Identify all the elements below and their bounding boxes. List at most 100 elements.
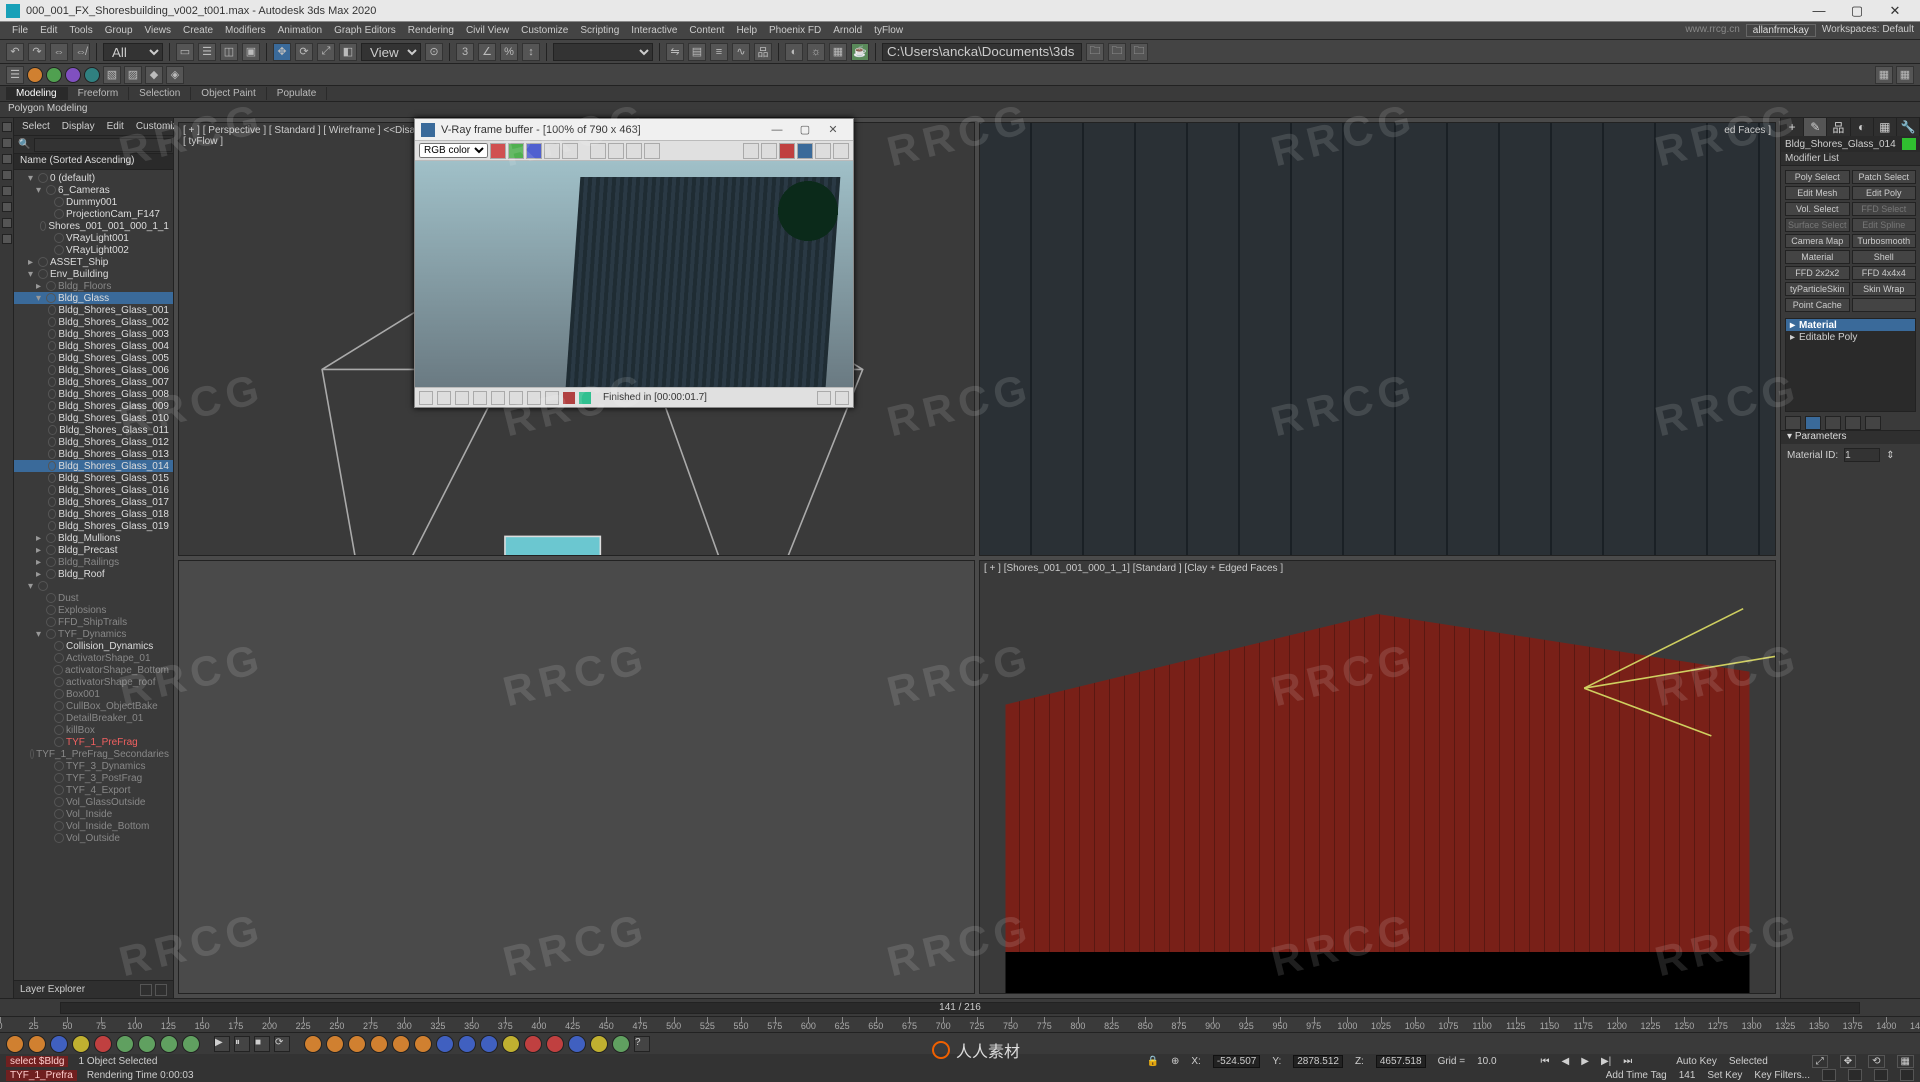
modifier-stack[interactable]: ▸Material ▸Editable Poly [1785, 318, 1916, 412]
mod-btn-vol.-select[interactable]: Vol. Select [1785, 202, 1850, 216]
viewport-bottom-left[interactable] [178, 560, 975, 994]
tree-row[interactable]: killBox [14, 724, 173, 736]
fx-d[interactable] [72, 1035, 90, 1053]
tab-hierarchy[interactable]: 品 [1827, 118, 1850, 136]
circ-a[interactable] [27, 67, 43, 83]
tab-display[interactable]: ▦ [1874, 118, 1897, 136]
tree-row[interactable]: ProjectionCam_F147 [14, 208, 173, 220]
nav-e[interactable] [1822, 1069, 1836, 1081]
tree-row[interactable]: ▾6_Cameras [14, 184, 173, 196]
play-play[interactable]: ▶ [1581, 1056, 1589, 1067]
fx2-a[interactable] [304, 1035, 322, 1053]
z-val[interactable]: 4657.518 [1376, 1055, 1426, 1068]
tree-row[interactable]: ▸Bldg_Roof [14, 568, 173, 580]
lv-e[interactable] [2, 186, 12, 196]
tree-row[interactable]: Bldg_Shores_Glass_005 [14, 352, 173, 364]
footer-btn-a[interactable] [140, 984, 152, 996]
link-button[interactable]: ⇔ [50, 43, 68, 61]
mod-btn-edit-poly[interactable]: Edit Poly [1852, 186, 1917, 200]
circ-b[interactable] [46, 67, 62, 83]
mod-btn-camera-map[interactable]: Camera Map [1785, 234, 1850, 248]
tree-row[interactable]: Bldg_Shores_Glass_011 [14, 424, 173, 436]
fx2-h[interactable] [458, 1035, 476, 1053]
tree-row[interactable]: ▾TYF_Dynamics [14, 628, 173, 640]
ribbon-tab-object paint[interactable]: Object Paint [191, 87, 266, 100]
fx2-n[interactable] [590, 1035, 608, 1053]
named-sel-set[interactable] [553, 43, 653, 61]
menu-arnold[interactable]: Arnold [827, 24, 868, 37]
vfb-s-a[interactable] [419, 391, 433, 405]
explorer-tree[interactable]: ▾0 (default)▾6_CamerasDummy001Projection… [14, 170, 173, 980]
vfb-titlebar[interactable]: V-Ray frame buffer - [100% of 790 x 463]… [415, 119, 853, 141]
select-rect[interactable]: ◫ [220, 43, 238, 61]
tree-row[interactable]: FFD_ShipTrails [14, 616, 173, 628]
tree-row[interactable]: CullBox_ObjectBake [14, 700, 173, 712]
y-val[interactable]: 2878.512 [1293, 1055, 1343, 1068]
x-val[interactable]: -524.507 [1213, 1055, 1260, 1068]
ribbon-tab-modeling[interactable]: Modeling [6, 87, 68, 100]
scale-button[interactable]: ⤢ [317, 43, 335, 61]
selection-filter[interactable]: All [103, 43, 163, 61]
vfb-stop[interactable] [779, 143, 795, 159]
vfb-s-y[interactable] [817, 391, 831, 405]
menu-file[interactable]: File [6, 24, 34, 37]
lv-a[interactable] [2, 122, 12, 132]
vfb-s-h[interactable] [545, 391, 559, 405]
nav-c[interactable]: ⟲ [1868, 1055, 1884, 1068]
t-h[interactable]: ◈ [166, 66, 184, 84]
tree-row[interactable]: Bldg_Shores_Glass_019 [14, 520, 173, 532]
vp-tl-label[interactable]: [ + ] [ Perspective ] [ Standard ] [ Wir… [183, 125, 446, 136]
tree-row[interactable]: Bldg_Shores_Glass_010 [14, 412, 173, 424]
menu-views[interactable]: Views [139, 24, 178, 37]
vfb-hist[interactable] [644, 143, 660, 159]
play-loop[interactable]: ⟳ [274, 1036, 290, 1052]
explorer-search[interactable] [34, 138, 172, 152]
viewport-bottom-right[interactable]: [ + ] [Shores_001_001_000_1_1] [Standard… [979, 560, 1776, 994]
vfb-settings[interactable] [833, 143, 849, 159]
lv-b[interactable] [2, 138, 12, 148]
fx2-o[interactable] [612, 1035, 630, 1053]
rollout-parameters[interactable]: ▾ Parameters [1781, 430, 1920, 444]
fx2-g[interactable] [436, 1035, 454, 1053]
viewport-top-right[interactable]: ed Faces ] [979, 122, 1776, 556]
fx-e[interactable] [94, 1035, 112, 1053]
nav-g[interactable] [1874, 1069, 1888, 1081]
play-goto-start[interactable]: ⏮ [1541, 1056, 1550, 1067]
tab-modify[interactable]: ✎ [1804, 118, 1827, 136]
menu-graph-editors[interactable]: Graph Editors [328, 24, 402, 37]
mod-btn-ffd-2x2x2[interactable]: FFD 2x2x2 [1785, 266, 1850, 280]
vfb-g[interactable] [508, 143, 524, 159]
move-button[interactable]: ✥ [273, 43, 291, 61]
vfb-save[interactable] [590, 143, 606, 159]
vfb-r[interactable] [490, 143, 506, 159]
vfb-cc[interactable] [815, 143, 831, 159]
vfb-s-b[interactable] [437, 391, 451, 405]
recent[interactable]: 🗀 [1130, 43, 1148, 61]
vfb-s-e[interactable] [491, 391, 505, 405]
mod-btn-patch-select[interactable]: Patch Select [1852, 170, 1917, 184]
exp-select[interactable]: Select [18, 121, 54, 132]
mirror-button[interactable]: ⇋ [666, 43, 684, 61]
rside-b[interactable]: ▦ [1896, 66, 1914, 84]
tree-row[interactable]: Bldg_Shores_Glass_007 [14, 376, 173, 388]
fx2-l[interactable] [546, 1035, 564, 1053]
tree-row[interactable]: ActivatorShape_01 [14, 652, 173, 664]
tree-row[interactable]: Bldg_Shores_Glass_014 [14, 460, 173, 472]
vfb-s-z[interactable] [835, 391, 849, 405]
mod-btn-skin-wrap[interactable]: Skin Wrap [1852, 282, 1917, 296]
explorer-header[interactable]: Name (Sorted Ascending) [14, 154, 173, 170]
unlink-button[interactable]: ⇎ [72, 43, 90, 61]
object-color[interactable] [1902, 138, 1916, 150]
autokey-button[interactable]: Auto Key [1676, 1056, 1717, 1067]
align-button[interactable]: ▤ [688, 43, 706, 61]
tree-row[interactable]: Collision_Dynamics [14, 640, 173, 652]
mod-btn-poly-select[interactable]: Poly Select [1785, 170, 1850, 184]
ribbon-tab-populate[interactable]: Populate [267, 87, 327, 100]
lv-d[interactable] [2, 170, 12, 180]
tree-row[interactable]: Bldg_Shores_Glass_016 [14, 484, 173, 496]
mod-btn-turbosmooth[interactable]: Turbosmooth [1852, 234, 1917, 248]
fx2-j[interactable] [502, 1035, 520, 1053]
window-close[interactable]: ✕ [1876, 3, 1914, 19]
tree-row[interactable]: Vol_Inside [14, 808, 173, 820]
mod-btn-edit-spline[interactable]: Edit Spline [1852, 218, 1917, 232]
